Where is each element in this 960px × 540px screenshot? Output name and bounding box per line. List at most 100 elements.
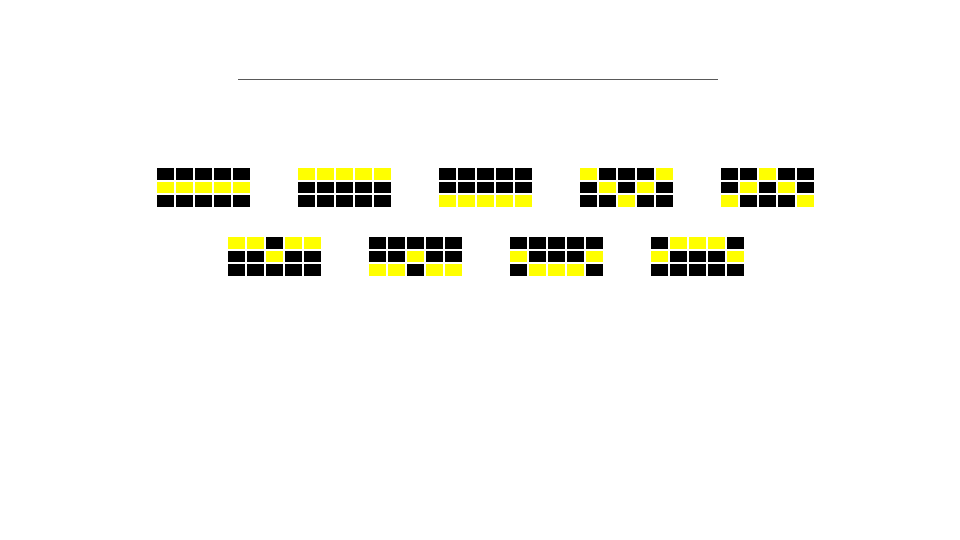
grid-cell bbox=[444, 249, 463, 263]
grid-cell bbox=[368, 249, 387, 263]
grid-cell bbox=[688, 263, 707, 277]
grid-cell bbox=[688, 249, 707, 263]
grid-cell-highlighted bbox=[335, 167, 354, 181]
grid-cell bbox=[284, 263, 303, 277]
title-divider-line bbox=[238, 79, 718, 80]
payline-pattern bbox=[650, 236, 745, 277]
grid-cell-highlighted bbox=[246, 236, 265, 250]
grid-cell-highlighted bbox=[739, 180, 758, 194]
grid-cell bbox=[425, 249, 444, 263]
grid-cell bbox=[726, 236, 745, 250]
grid-cell bbox=[566, 249, 585, 263]
grid-cell bbox=[547, 249, 566, 263]
grid-cell-highlighted bbox=[387, 263, 406, 277]
grid-cell-highlighted bbox=[720, 194, 739, 208]
grid-cell bbox=[265, 236, 284, 250]
grid-cell-highlighted bbox=[566, 263, 585, 277]
grid-cell bbox=[425, 236, 444, 250]
grid-cell bbox=[636, 167, 655, 181]
grid-cell bbox=[303, 263, 322, 277]
grid-cell bbox=[156, 167, 175, 181]
grid-cell-highlighted bbox=[617, 194, 636, 208]
grid-cell-highlighted bbox=[669, 236, 688, 250]
grid-cell bbox=[617, 180, 636, 194]
grid-cell-highlighted bbox=[368, 263, 387, 277]
grid-cell-highlighted bbox=[444, 263, 463, 277]
grid-cell bbox=[265, 263, 284, 277]
grid-cell bbox=[246, 249, 265, 263]
grid-cell bbox=[175, 194, 194, 208]
grid-cell-highlighted bbox=[726, 249, 745, 263]
payline-pattern bbox=[579, 167, 674, 208]
grid-cell-highlighted bbox=[514, 194, 533, 208]
payline-pattern bbox=[720, 167, 815, 208]
grid-cell bbox=[655, 180, 674, 194]
grid-cell-highlighted bbox=[796, 194, 815, 208]
grid-cell bbox=[303, 249, 322, 263]
grid-cell bbox=[598, 194, 617, 208]
grid-cell bbox=[438, 180, 457, 194]
grid-cell bbox=[373, 194, 392, 208]
payline-pattern bbox=[297, 167, 392, 208]
grid-cell-highlighted bbox=[688, 236, 707, 250]
grid-cell bbox=[758, 194, 777, 208]
grid-cell-highlighted bbox=[156, 180, 175, 194]
grid-cell-highlighted bbox=[303, 236, 322, 250]
grid-cell bbox=[669, 249, 688, 263]
grid-cell-highlighted bbox=[438, 194, 457, 208]
grid-cell bbox=[495, 180, 514, 194]
grid-cell-highlighted bbox=[354, 167, 373, 181]
grid-cell-highlighted bbox=[213, 180, 232, 194]
grid-cell-highlighted bbox=[636, 180, 655, 194]
grid-cell-highlighted bbox=[777, 180, 796, 194]
grid-cell bbox=[707, 249, 726, 263]
grid-cell bbox=[368, 236, 387, 250]
grid-cell bbox=[547, 236, 566, 250]
grid-cell bbox=[726, 263, 745, 277]
grid-cell-highlighted bbox=[655, 167, 674, 181]
grid-cell bbox=[579, 194, 598, 208]
grid-cell-highlighted bbox=[232, 180, 251, 194]
grid-cell-highlighted bbox=[495, 194, 514, 208]
grid-cell-highlighted bbox=[547, 263, 566, 277]
grid-cell-highlighted bbox=[528, 263, 547, 277]
grid-cell-highlighted bbox=[707, 236, 726, 250]
grid-cell bbox=[316, 180, 335, 194]
grid-cell bbox=[579, 180, 598, 194]
payline-pattern bbox=[227, 236, 322, 277]
grid-cell bbox=[227, 249, 246, 263]
grid-cell bbox=[373, 180, 392, 194]
grid-cell bbox=[213, 194, 232, 208]
grid-cell bbox=[476, 167, 495, 181]
grid-cell-highlighted bbox=[476, 194, 495, 208]
grid-cell bbox=[495, 167, 514, 181]
grid-cell-highlighted bbox=[425, 263, 444, 277]
grid-cell bbox=[669, 263, 688, 277]
grid-cell-highlighted bbox=[457, 194, 476, 208]
grid-cell bbox=[720, 167, 739, 181]
grid-cell bbox=[406, 263, 425, 277]
grid-cell bbox=[284, 249, 303, 263]
grid-cell bbox=[387, 249, 406, 263]
payline-pattern bbox=[156, 167, 251, 208]
grid-cell-highlighted bbox=[297, 167, 316, 181]
grid-cell bbox=[194, 167, 213, 181]
grid-cell bbox=[514, 180, 533, 194]
grid-cell bbox=[335, 194, 354, 208]
grid-cell bbox=[707, 263, 726, 277]
grid-cell bbox=[566, 236, 585, 250]
grid-cell bbox=[650, 263, 669, 277]
grid-cell bbox=[585, 263, 604, 277]
grid-cell-highlighted bbox=[585, 249, 604, 263]
grid-cell-highlighted bbox=[227, 236, 246, 250]
grid-cell-highlighted bbox=[265, 249, 284, 263]
grid-cell bbox=[387, 236, 406, 250]
grid-cell-highlighted bbox=[284, 236, 303, 250]
payline-pattern bbox=[368, 236, 463, 277]
grid-cell bbox=[636, 194, 655, 208]
grid-cell bbox=[232, 167, 251, 181]
grid-cell-highlighted bbox=[175, 180, 194, 194]
grid-cell bbox=[720, 180, 739, 194]
grid-cell bbox=[297, 180, 316, 194]
grid-cell bbox=[655, 194, 674, 208]
